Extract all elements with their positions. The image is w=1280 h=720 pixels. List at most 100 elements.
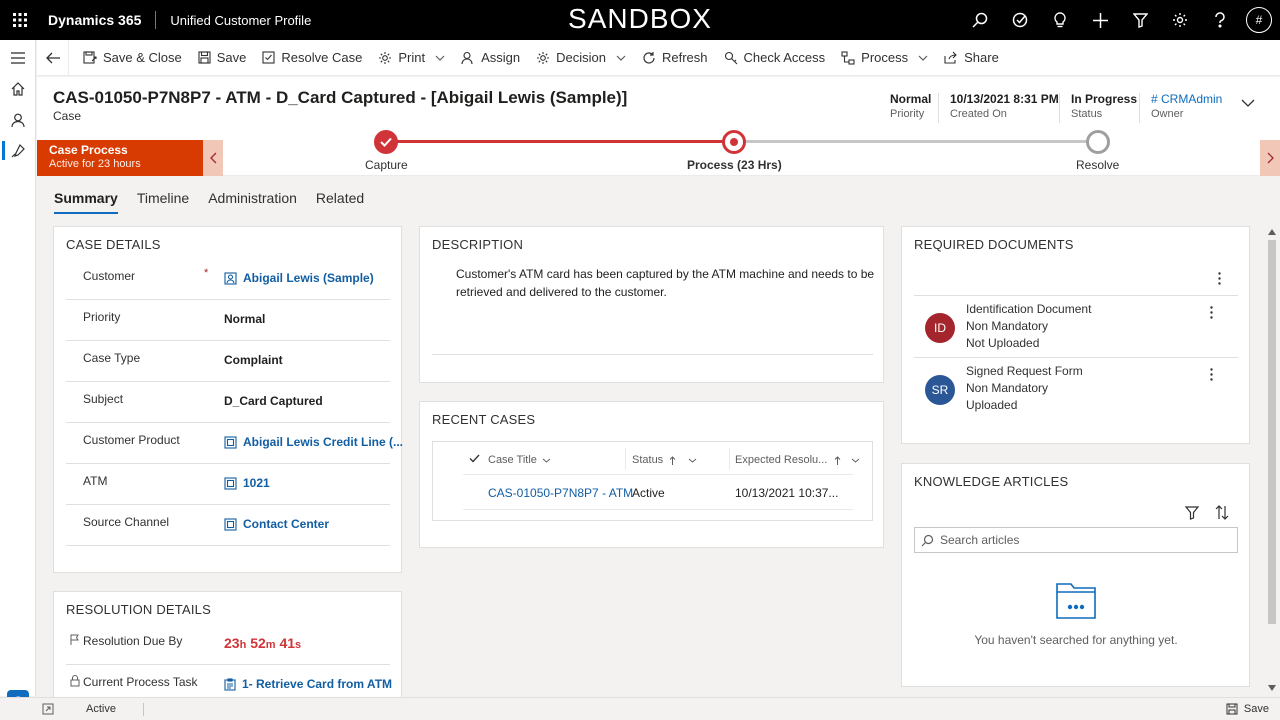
pin-tool-icon[interactable] xyxy=(0,135,36,166)
knowledge-search-input[interactable]: Search articles xyxy=(914,527,1238,553)
tab-administration[interactable]: Administration xyxy=(208,190,297,214)
scroll-up-icon[interactable] xyxy=(1268,229,1276,235)
app-name[interactable]: Dynamics 365 xyxy=(40,12,155,28)
task-check-icon[interactable] xyxy=(1000,0,1040,40)
field-subject: Subject D_Card Captured xyxy=(66,382,390,423)
stage-process[interactable]: Process (23 Hrs) xyxy=(687,129,782,172)
knowledge-articles-title: KNOWLEDGE ARTICLES xyxy=(914,474,1069,489)
scroll-down-icon[interactable] xyxy=(1268,685,1276,691)
help-icon[interactable] xyxy=(1200,0,1240,40)
more-options-icon[interactable] xyxy=(1210,306,1213,319)
timer-hours: 23 xyxy=(224,635,240,651)
sort-icon[interactable] xyxy=(1215,505,1229,520)
tab-timeline[interactable]: Timeline xyxy=(137,190,189,214)
column-header-case-title[interactable]: Case Title xyxy=(488,450,551,470)
stage-process-label: Process (23 Hrs) xyxy=(687,158,782,172)
header-owner-link[interactable]: # CRMAdmin xyxy=(1151,92,1222,106)
refresh-button[interactable]: Refresh xyxy=(634,40,716,76)
description-underline xyxy=(432,354,873,355)
atm-value: 1021 xyxy=(243,476,270,490)
chevron-right-icon[interactable] xyxy=(1260,140,1280,176)
tab-summary[interactable]: Summary xyxy=(54,190,118,214)
open-in-window-icon[interactable] xyxy=(42,703,54,715)
record-icon xyxy=(224,435,237,449)
process-label: Process xyxy=(861,50,909,65)
stage-capture[interactable]: Capture xyxy=(365,129,408,172)
case-title-link[interactable]: CAS-01050-P7N8P7 - ATM xyxy=(488,486,633,500)
process-flyout[interactable]: Case Process Active for 23 hours xyxy=(37,140,203,176)
tab-related[interactable]: Related xyxy=(316,190,364,214)
person-icon[interactable] xyxy=(0,104,36,135)
document-state: Not Uploaded xyxy=(966,336,1040,350)
priority-value[interactable]: Normal xyxy=(224,312,265,326)
document-item[interactable]: SR Signed Request Form Non Mandatory Upl… xyxy=(914,357,1238,419)
record-entity-type: Case xyxy=(53,109,82,123)
filter-icon[interactable] xyxy=(1120,0,1160,40)
task-list-icon xyxy=(224,677,236,691)
save-close-button[interactable]: Save & Close xyxy=(75,40,190,76)
sort-ascending-icon xyxy=(669,455,676,465)
process-name: Case Process xyxy=(49,143,128,157)
customer-product-lookup[interactable]: Abigail Lewis Credit Line (... xyxy=(224,435,403,449)
select-all-check-icon[interactable] xyxy=(469,454,480,463)
form-scrollbar[interactable] xyxy=(1266,226,1278,696)
case-expected-cell: 10/13/2021 10:37... xyxy=(735,486,839,500)
hamburger-menu-icon[interactable] xyxy=(0,42,36,73)
back-arrow-icon[interactable] xyxy=(37,39,69,76)
command-bar: Save & Close Save Resolve Case Print Ass… xyxy=(37,39,1280,76)
column-header-expected-resolution[interactable]: Expected Resolu... xyxy=(735,450,860,470)
column-header-status[interactable]: Status xyxy=(632,450,697,470)
status-save-label: Save xyxy=(1243,703,1269,715)
contact-icon xyxy=(224,271,237,285)
stage-pending-icon xyxy=(1085,130,1110,154)
business-process-flow: Case Process Active for 23 hours Capture… xyxy=(37,130,1280,176)
plus-icon[interactable] xyxy=(1080,0,1120,40)
header-priority: Normal Priority xyxy=(890,92,931,120)
search-icon[interactable] xyxy=(960,0,1000,40)
current-task-lookup[interactable]: 1- Retrieve Card from ATM xyxy=(224,677,392,691)
chevron-down-icon[interactable] xyxy=(1241,99,1255,107)
assign-button[interactable]: Assign xyxy=(453,40,528,76)
grid-header-divider xyxy=(463,474,853,475)
app-module-name[interactable]: Unified Customer Profile xyxy=(156,13,311,28)
chevron-left-icon[interactable] xyxy=(203,140,223,176)
chevron-down-icon[interactable] xyxy=(918,55,928,61)
decision-button[interactable]: Decision xyxy=(528,40,634,76)
chevron-down-icon[interactable] xyxy=(435,55,445,61)
check-access-button[interactable]: Check Access xyxy=(716,40,834,76)
document-item[interactable]: ID Identification Document Non Mandatory… xyxy=(914,295,1238,357)
timer-minutes-unit: m xyxy=(265,639,276,651)
gear-icon[interactable] xyxy=(1160,0,1200,40)
description-text[interactable]: Customer's ATM card has been captured by… xyxy=(456,265,876,301)
header-owner-label: Owner xyxy=(1151,108,1184,120)
customer-lookup[interactable]: Abigail Lewis (Sample) xyxy=(224,271,374,285)
flag-icon xyxy=(70,634,79,645)
atm-lookup[interactable]: 1021 xyxy=(224,476,270,490)
header-created-on-label: Created On xyxy=(950,108,1007,120)
subject-value[interactable]: D_Card Captured xyxy=(224,394,323,408)
user-avatar[interactable]: # xyxy=(1246,7,1272,33)
left-navigation: C xyxy=(0,40,36,712)
more-options-icon[interactable] xyxy=(1210,368,1213,381)
recent-cases-section: RECENT CASES Case Title Status Expected … xyxy=(419,401,884,548)
stage-resolve[interactable]: Resolve xyxy=(1076,129,1119,172)
column-separator xyxy=(729,448,730,470)
scrollbar-thumb[interactable] xyxy=(1268,240,1276,624)
home-icon[interactable] xyxy=(0,73,36,104)
chevron-down-icon[interactable] xyxy=(616,55,626,61)
current-task-value: 1- Retrieve Card from ATM xyxy=(242,677,393,691)
filter-icon[interactable] xyxy=(1185,506,1199,520)
save-button[interactable]: Save xyxy=(190,40,255,76)
source-channel-lookup[interactable]: Contact Center xyxy=(224,517,329,531)
process-button[interactable]: Process xyxy=(833,40,936,76)
case-type-value[interactable]: Complaint xyxy=(224,353,283,367)
more-options-icon[interactable] xyxy=(1218,272,1221,285)
share-button[interactable]: Share xyxy=(936,40,1007,76)
status-save-button[interactable]: Save xyxy=(1226,703,1269,715)
print-button[interactable]: Print xyxy=(370,40,453,76)
lightbulb-icon[interactable] xyxy=(1040,0,1080,40)
resolve-case-button[interactable]: Resolve Case xyxy=(254,40,370,76)
document-state: Uploaded xyxy=(966,398,1018,412)
app-launcher-icon[interactable] xyxy=(0,0,40,40)
record-title: CAS-01050-P7N8P7 - ATM - D_Card Captured… xyxy=(53,88,628,107)
